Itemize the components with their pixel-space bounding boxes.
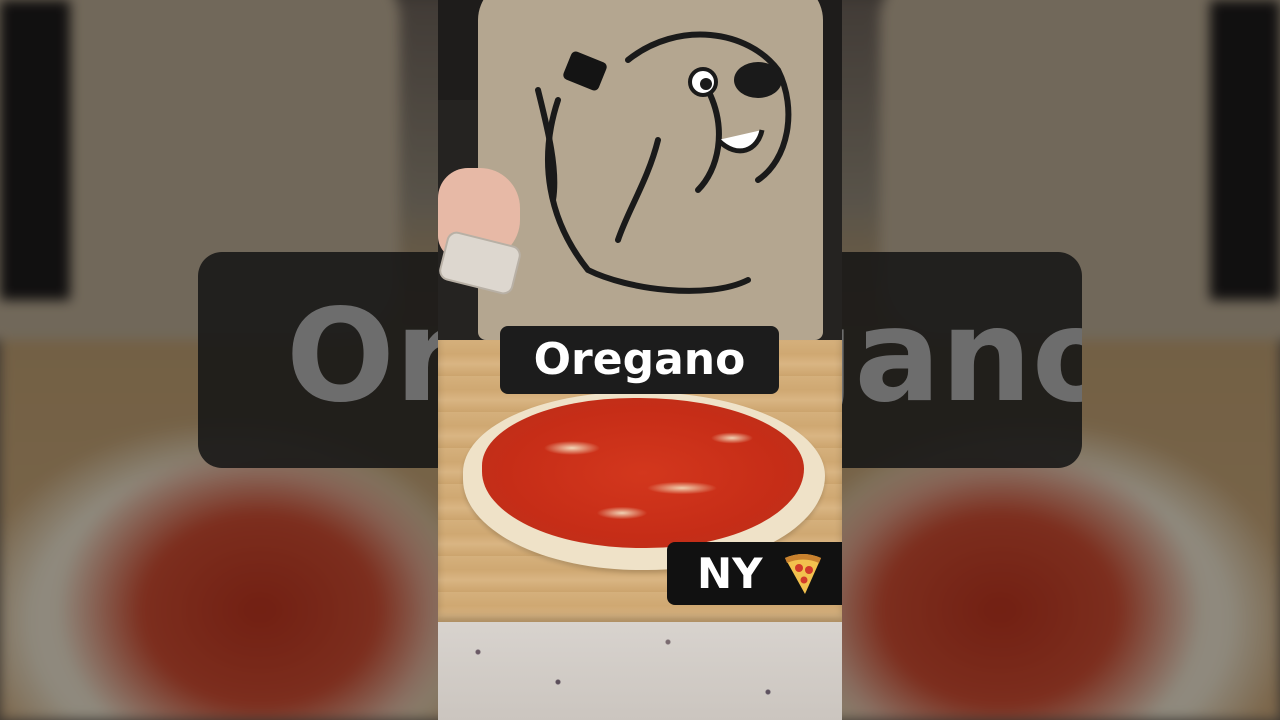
caption-oregano: Oregano xyxy=(500,326,779,394)
blurred-caption-right: Oregano xyxy=(842,252,1082,468)
apron xyxy=(478,0,823,340)
countertop xyxy=(438,622,842,720)
apron-cartoon-illustration xyxy=(535,31,792,294)
blurred-shadow-left xyxy=(0,0,70,300)
blurred-shadow-right xyxy=(1210,0,1280,300)
blurred-caption-text-right: Oregano xyxy=(842,282,1082,431)
tomato-sauce xyxy=(482,398,804,548)
caption-ny-text: NY xyxy=(697,549,763,598)
pizza-slice-icon xyxy=(785,554,821,594)
blurred-caption-text-left: Oregano xyxy=(286,282,438,431)
caption-ny-pizza: NY xyxy=(667,542,842,605)
blurred-caption-left: Oregano xyxy=(198,252,438,468)
